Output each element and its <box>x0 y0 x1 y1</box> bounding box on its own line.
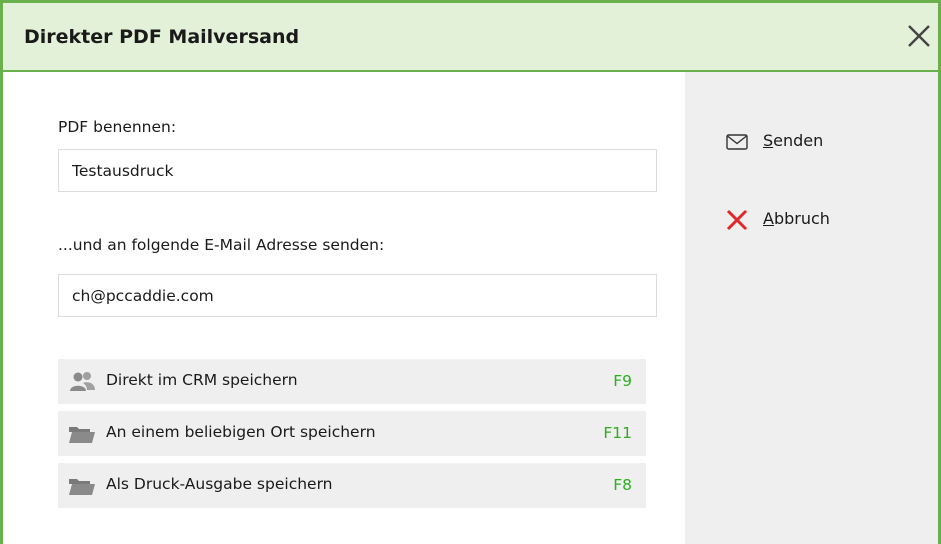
save-location-button[interactable]: An einem beliebigen Ort speichern F11 <box>58 411 646 456</box>
pdf-name-label: PDF benennen: <box>58 118 177 136</box>
email-label: ...und an folgende E-Mail Adresse senden… <box>58 236 385 254</box>
cancel-label: Abbruch <box>763 209 830 228</box>
send-label: Senden <box>763 131 824 150</box>
title-bar: Direkter PDF Mailversand <box>3 3 938 72</box>
save-crm-button[interactable]: Direkt im CRM speichern F9 <box>58 359 646 404</box>
save-location-shortcut: F11 <box>603 424 632 442</box>
close-icon[interactable] <box>904 21 934 51</box>
save-print-output-button[interactable]: Als Druck-Ausgabe speichern F8 <box>58 463 646 508</box>
save-print-output-shortcut: F8 <box>613 476 632 494</box>
save-crm-shortcut: F9 <box>613 372 632 390</box>
pdf-mail-dialog: Direkter PDF Mailversand PDF benennen: .… <box>0 0 941 544</box>
save-location-label: An einem beliebigen Ort speichern <box>106 423 376 441</box>
dialog-title: Direkter PDF Mailversand <box>24 26 300 48</box>
save-print-output-label: Als Druck-Ausgabe speichern <box>106 475 333 493</box>
folder-icon <box>68 423 96 445</box>
envelope-icon <box>725 130 749 154</box>
crm-users-icon <box>68 371 96 393</box>
pdf-name-input[interactable] <box>58 149 657 192</box>
email-input[interactable] <box>58 274 657 317</box>
close-red-icon <box>725 208 749 232</box>
folder-icon <box>68 475 96 497</box>
save-crm-label: Direkt im CRM speichern <box>106 371 298 389</box>
